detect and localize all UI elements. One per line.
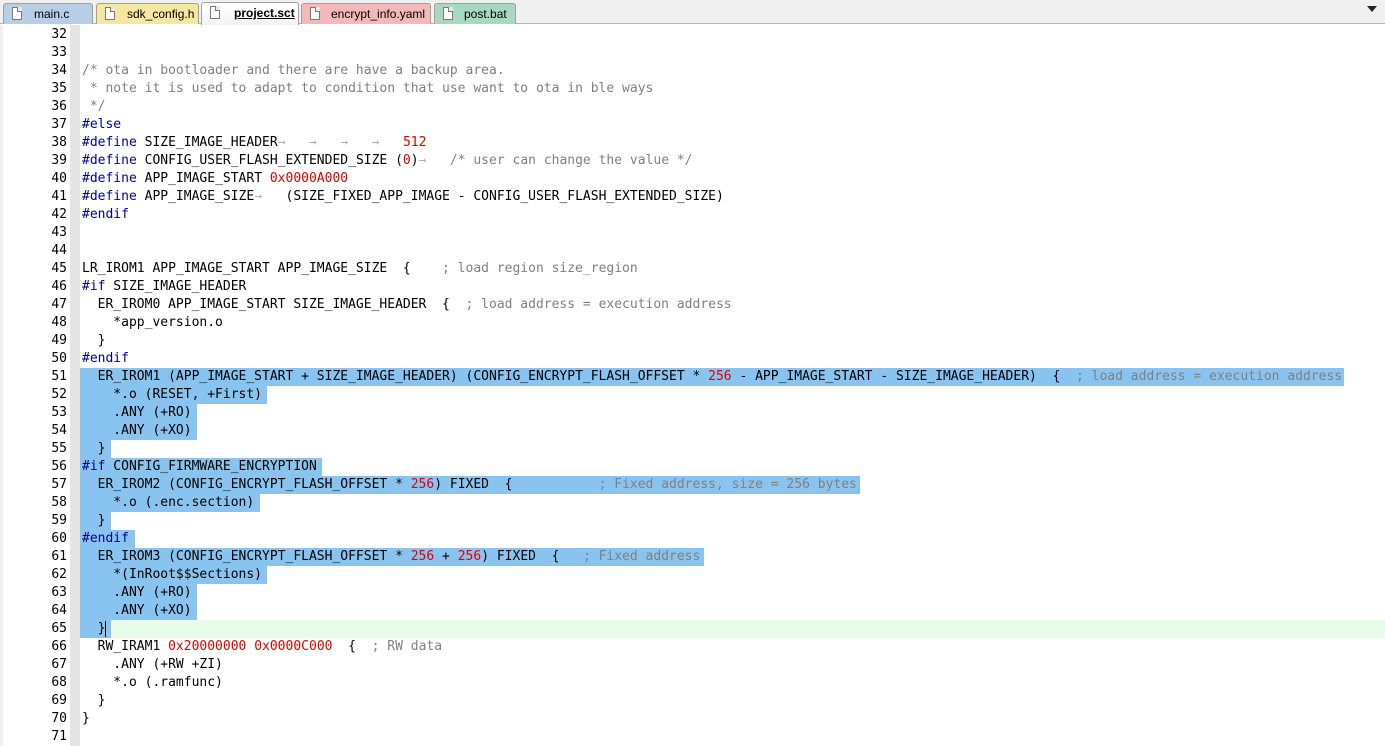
code-line[interactable]: ER_IROM2 (CONFIG_ENCRYPT_FLASH_OFFSET * … xyxy=(82,476,857,494)
code-line[interactable]: *.o (.ramfunc) xyxy=(82,674,223,692)
file-icon xyxy=(443,7,453,20)
line-number: 50 xyxy=(51,351,67,366)
line-number: 35 xyxy=(51,81,67,96)
line-number: 34 xyxy=(51,63,67,78)
line-number: 54 xyxy=(51,423,67,438)
line-number: 71 xyxy=(51,729,67,744)
code-line[interactable]: *app_version.o xyxy=(82,314,223,332)
code-line[interactable]: } xyxy=(82,440,106,458)
code-line[interactable]: .ANY (+RW +ZI) xyxy=(82,656,223,674)
tab-list-chevron-down-icon[interactable] xyxy=(1367,6,1377,12)
code-line[interactable]: #if CONFIG_FIRMWARE_ENCRYPTION xyxy=(82,458,317,476)
code-line[interactable]: } xyxy=(82,710,90,728)
tab-project-sct[interactable]: project.sct xyxy=(201,2,299,25)
line-number-gutter: 32 33 34 35 36 37 38 39 40 41 42 43 44 45 46 47 48 49 50 51… xyxy=(0,25,70,746)
line-number: 39 xyxy=(51,153,67,168)
code-line[interactable]: ER_IROM3 (CONFIG_ENCRYPT_FLASH_OFFSET * … xyxy=(82,548,701,566)
line-number: 63 xyxy=(51,585,67,600)
tab-encrypt-info-yaml[interactable]: encrypt_info.yaml xyxy=(301,3,431,24)
tab-bar: main.c sdk_config.h project.sct encrypt_… xyxy=(0,0,1385,25)
file-icon xyxy=(12,7,22,20)
code-line[interactable]: #define APP_IMAGE_SIZE→ (SIZE_FIXED_APP_… xyxy=(82,188,724,206)
fold-margin[interactable] xyxy=(70,25,80,746)
file-icon xyxy=(310,7,320,20)
code-line[interactable]: ER_IROM0 APP_IMAGE_START SIZE_IMAGE_HEAD… xyxy=(82,296,732,314)
line-number: 42 xyxy=(51,207,67,222)
code-line[interactable]: *.o (.enc.section) xyxy=(82,494,254,512)
tab-sdk-config-h[interactable]: sdk_config.h xyxy=(96,3,199,24)
code-line[interactable]: } xyxy=(82,692,106,710)
code-line[interactable]: #if SIZE_IMAGE_HEADER xyxy=(82,278,246,296)
code-line[interactable]: LR_IROM1 APP_IMAGE_START APP_IMAGE_SIZE … xyxy=(82,260,638,278)
tab-main-c[interactable]: main.c xyxy=(3,3,93,24)
line-number: 67 xyxy=(51,657,67,672)
line-number: 37 xyxy=(51,117,67,132)
line-number: 47 xyxy=(51,297,67,312)
line-number: 41 xyxy=(51,189,67,204)
file-icon xyxy=(105,7,115,20)
line-number: 51 xyxy=(51,369,67,384)
line-number: 65 xyxy=(51,621,67,636)
line-number: 62 xyxy=(51,567,67,582)
line-number: 66 xyxy=(51,639,67,654)
line-number: 70 xyxy=(51,711,67,726)
code-line[interactable]: */ xyxy=(82,98,106,116)
current-line-highlight xyxy=(80,620,1385,638)
code-line[interactable]: * note it is used to adapt to condition … xyxy=(82,80,654,98)
code-line[interactable]: .ANY (+XO) xyxy=(82,422,191,440)
line-number: 60 xyxy=(51,531,67,546)
code-line[interactable]: #define SIZE_IMAGE_HEADER→ → → → 512 xyxy=(82,134,426,152)
tab-label: post.bat xyxy=(464,7,507,21)
line-number: 53 xyxy=(51,405,67,420)
line-number: 38 xyxy=(51,135,67,150)
line-number: 36 xyxy=(51,99,67,114)
code-line[interactable]: #else xyxy=(82,116,121,134)
code-line[interactable]: RW_IRAM1 0x20000000 0x0000C000 { ; RW da… xyxy=(82,638,442,656)
code-line[interactable]: *.o (RESET, +First) xyxy=(82,386,262,404)
line-number: 69 xyxy=(51,693,67,708)
code-line[interactable]: #endif xyxy=(82,530,129,548)
line-number: 45 xyxy=(51,261,67,276)
line-number: 46 xyxy=(51,279,67,294)
tab-label: main.c xyxy=(34,7,70,21)
tab-label: encrypt_info.yaml xyxy=(331,7,426,21)
code-line[interactable]: ER_IROM1 (APP_IMAGE_START + SIZE_IMAGE_H… xyxy=(82,368,1342,386)
line-number: 64 xyxy=(51,603,67,618)
code-line[interactable]: #endif xyxy=(82,206,129,224)
line-number: 56 xyxy=(51,459,67,474)
code-line[interactable]: *(InRoot$$Sections) xyxy=(82,566,262,584)
tab-post-bat[interactable]: post.bat xyxy=(434,3,516,24)
line-number: 33 xyxy=(51,45,67,60)
line-number: 49 xyxy=(51,333,67,348)
line-number: 43 xyxy=(51,225,67,240)
code-editor[interactable]: /* ota in bootloader and there are have … xyxy=(80,25,1385,746)
code-line[interactable]: .ANY (+RO) xyxy=(82,584,191,602)
code-line[interactable]: #endif xyxy=(82,350,129,368)
tab-label: sdk_config.h xyxy=(127,7,195,21)
line-number: 57 xyxy=(51,477,67,492)
code-line[interactable]: } xyxy=(82,332,106,350)
code-line[interactable]: #define APP_IMAGE_START 0x0000A000 xyxy=(82,170,348,188)
code-line[interactable]: /* ota in bootloader and there are have … xyxy=(82,62,512,80)
line-number: 48 xyxy=(51,315,67,330)
line-number: 40 xyxy=(51,171,67,186)
line-number: 58 xyxy=(51,495,67,510)
line-number: 68 xyxy=(51,675,67,690)
code-line[interactable]: #define CONFIG_USER_FLASH_EXTENDED_SIZE … xyxy=(82,152,693,170)
code-line[interactable]: } xyxy=(82,512,106,530)
line-number: 55 xyxy=(51,441,67,456)
line-number: 52 xyxy=(51,387,67,402)
file-icon xyxy=(210,6,220,19)
line-number: 44 xyxy=(51,243,67,258)
tab-label: project.sct xyxy=(234,6,295,20)
line-number: 59 xyxy=(51,513,67,528)
line-number: 32 xyxy=(51,27,67,42)
code-line[interactable]: .ANY (+XO) xyxy=(82,602,191,620)
code-line[interactable]: } xyxy=(82,620,106,638)
code-line[interactable]: .ANY (+RO) xyxy=(82,404,191,422)
line-number: 61 xyxy=(51,549,67,564)
text-caret xyxy=(105,621,107,637)
